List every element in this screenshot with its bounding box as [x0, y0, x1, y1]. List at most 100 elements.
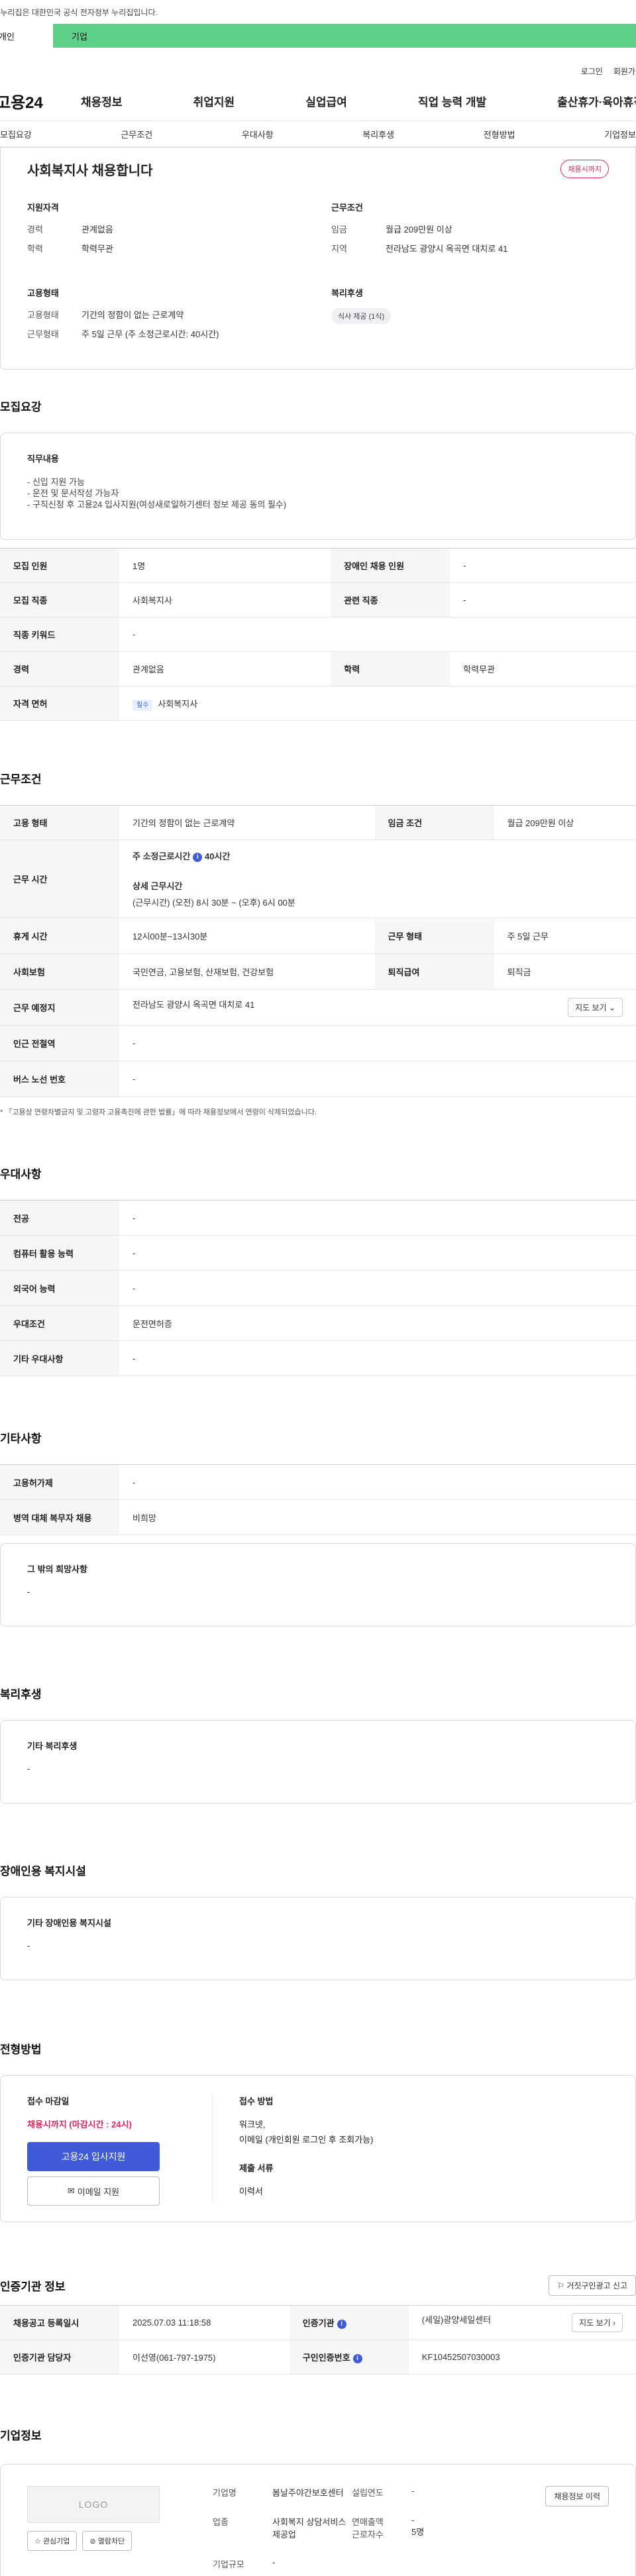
cell-value: 주 5일 근무	[494, 918, 636, 954]
cell-value: 주 소정근로시간 i 40시간 상세 근무시간 (근무시간) (오전) 8시 30…	[119, 839, 636, 918]
table-row: 직종 키워드 -	[0, 617, 636, 652]
cell-value: -	[119, 1340, 636, 1376]
benefits-box: 기타 복리후생 -	[0, 1720, 636, 1803]
menu-jobs[interactable]: 채용정보	[81, 93, 123, 109]
cell-key: 버스 노선 번호	[0, 1061, 119, 1097]
menu-employment-support[interactable]: 취업지원	[193, 93, 235, 109]
employment-block: 고용형태 고용형태 기간의 정함이 없는 근로계약 근무형태 주 5일 근무 (주 …	[27, 286, 305, 347]
table-row: 경력 관계없음 학력 학력무관	[0, 651, 636, 686]
conditions-section: 근무조건 고용 형태 기간의 정함이 없는 근로계약 임금 조건 월급 209만…	[0, 770, 636, 1117]
info-icon[interactable]: i	[193, 852, 203, 862]
employees-key-label: 근로자수	[352, 2530, 384, 2540]
audience-individual-tab[interactable]: 개인	[0, 24, 53, 48]
signup-link[interactable]: 회원가입	[613, 66, 636, 77]
info-icon[interactable]: i	[352, 2353, 362, 2363]
deadline-value: 채용시까지 (마감시간 : 24시)	[27, 2120, 132, 2129]
work-conditions-block: 근무조건 임금 월급 209만원 이상 지역 전라남도 광양시 옥곡면 대치로 41	[331, 201, 609, 261]
weekly-hours: 주 소정근로시간 i 40시간	[132, 849, 623, 862]
employment-row: 고용형태 기간의 정함이 없는 근로계약	[27, 308, 305, 321]
agency-map-button[interactable]: 지도 보기 ›	[572, 2313, 623, 2332]
login-link[interactable]: 로그인	[581, 66, 603, 77]
cell-value: 퇴직금	[494, 953, 636, 990]
company-section-title: 기업정보	[0, 2430, 42, 2442]
wish-value: -	[27, 1587, 30, 1597]
table-row: 근무 시간 주 소정근로시간 i 40시간 상세 근무시간 (근무시간) (오전)…	[0, 839, 636, 918]
cell-key: 고용허가제	[0, 1464, 119, 1500]
work-conditions-row: 지역 전라남도 광양시 옥곡면 대치로 41	[331, 242, 609, 254]
company-logo: LOGO	[27, 2486, 160, 2523]
kv-value: 관계없음	[81, 225, 113, 235]
report-ad-button[interactable]: ⚐ 거짓구인광고 신고	[549, 2275, 636, 2296]
audience-company-tab[interactable]: 기업	[53, 24, 636, 48]
table-row: 기타 우대사항 -	[0, 1340, 636, 1376]
table-row: 병역 대체 복무자 채용 비희망	[0, 1499, 636, 1535]
benefits-value: -	[27, 1764, 30, 1774]
size-key: 기업규모	[213, 2559, 244, 2569]
sales-key: 연매출액 근로자수	[352, 2515, 411, 2549]
block-view-button[interactable]: ⊘ 열람차단	[82, 2531, 132, 2551]
cell-value: 필수 사회복지사	[119, 686, 636, 721]
cell-value: 12시00분~13시30분	[119, 918, 375, 954]
benefits-heading: 기타 복리후생	[27, 1741, 78, 1751]
cell-value: 기간의 정함이 없는 근로계약	[119, 805, 375, 840]
cell-value: -	[119, 1200, 636, 1236]
cell-key: 자격 면허	[0, 686, 119, 721]
cell-value: 비희망	[119, 1499, 636, 1535]
cell-key: 전공	[0, 1200, 119, 1236]
menu-parental-leave[interactable]: 출산휴가·육아휴직	[557, 93, 636, 109]
others-table: 고용허가제 - 병역 대체 복무자 채용 비희망	[0, 1464, 636, 1535]
kv-value: 기간의 정함이 없는 근로계약	[81, 310, 184, 320]
apply-button[interactable]: 고용24 입사지원	[27, 2142, 160, 2171]
disability-heading: 기타 장애인용 복지시설	[27, 1918, 111, 1928]
menu-unemployment-benefit[interactable]: 실업급여	[305, 93, 347, 109]
table-row: 휴게 시간 12시00분~13시30분 근무 형태 주 5일 근무	[0, 918, 636, 954]
table-row: 전공 -	[0, 1200, 636, 1236]
cell-value: 전라남도 광양시 옥곡면 대치로 41 지도 보기 ⌄	[119, 989, 636, 1026]
cell-value: 2025.07.03 11:18:58	[119, 2305, 290, 2340]
company-info: 기업명 봄날주야간보호센터 설립연도 - 업종 사회복지 상담서비스 제공업 연…	[213, 2486, 471, 2576]
cert-section: 인증기관 정보 ⚐ 거짓구인광고 신고 채용공고 등록일시 2025.07.03…	[0, 2275, 636, 2375]
cell-key: 인증기관 담당자	[0, 2339, 119, 2375]
recruit-section-title: 모집요강	[0, 401, 42, 413]
recruit-table: 모집 인원 1명 장애인 채용 인원 - 모집 직종 사회복지사 관련 직종 -…	[0, 548, 636, 721]
table-row: 모집 인원 1명 장애인 채용 인원 -	[0, 548, 636, 583]
site-logo[interactable]: 고용24	[0, 89, 81, 113]
cell-key: 우대조건	[0, 1305, 119, 1341]
cert-agency-label: 인증기관	[302, 2318, 335, 2328]
tab-benefits[interactable]: 복리후생	[362, 128, 394, 140]
tab-conditions[interactable]: 근무조건	[121, 128, 152, 140]
qualification-heading: 지원자격	[27, 203, 59, 213]
table-row: 우대조건 운전면허증	[0, 1305, 636, 1341]
table-row: 사회보험 국민연금, 고용보험, 산재보험, 건강보험 퇴직급여 퇴직금	[0, 953, 636, 990]
tab-recruit[interactable]: 모집요강	[0, 128, 32, 140]
work-conditions-heading: 근무조건	[331, 203, 363, 213]
audience-individual-label: 개인	[0, 31, 15, 42]
kv-key: 임금	[331, 225, 347, 235]
job-history-button[interactable]: 채용정보 이력	[545, 2486, 609, 2506]
tab-preferences[interactable]: 우대사항	[242, 128, 274, 140]
benefits-section: 복리후생 기타 복리후생 -	[0, 1685, 636, 1803]
apply-left: 접수 마감일 채용시까지 (마감시간 : 24시) 고용24 입사지원 ✉ 이메일…	[27, 2094, 213, 2206]
cell-value: (세일)광양세일센터 지도 보기 ›	[408, 2305, 636, 2340]
cert-section-title: 인증기관 정보	[0, 2281, 66, 2293]
cell-key: 관련 직종	[331, 582, 450, 617]
company-box: LOGO ☆ 관심기업 ⊘ 열람차단 기업명 봄날주야간보호센터 설립연도 - …	[0, 2464, 636, 2576]
cell-value: -	[119, 1235, 636, 1271]
cell-value: 국민연금, 고용보험, 산재보험, 건강보험	[119, 953, 375, 990]
favorite-company-button[interactable]: ☆ 관심기업	[27, 2531, 78, 2551]
docs-value: 이력서	[239, 2186, 263, 2196]
map-view-button[interactable]: 지도 보기 ⌄	[568, 998, 623, 1017]
info-icon[interactable]: i	[337, 2319, 346, 2329]
kv-key: 지역	[331, 244, 347, 254]
tab-selection[interactable]: 전형방법	[484, 128, 515, 140]
duty-line: - 구직신청 후 고용24 입사지원(여성새로일하기센터 정보 제공 동의 필수…	[27, 500, 287, 510]
method-line: 워크넷,	[239, 2120, 266, 2129]
selection-section-title: 전형방법	[0, 2043, 42, 2056]
email-apply-button[interactable]: ✉ 이메일 지원	[27, 2176, 160, 2206]
table-row: 버스 노선 번호 -	[0, 1061, 636, 1097]
deadline-heading: 접수 마감일	[27, 2096, 70, 2106]
menu-job-training[interactable]: 직업 능력 개발	[418, 93, 486, 109]
tab-company[interactable]: 기업정보	[604, 128, 636, 140]
cell-key: 근무 시간	[0, 839, 119, 918]
others-section: 기타사항 고용허가제 - 병역 대체 복무자 채용 비희망 그 밖의 희망사항 -	[0, 1429, 636, 1627]
